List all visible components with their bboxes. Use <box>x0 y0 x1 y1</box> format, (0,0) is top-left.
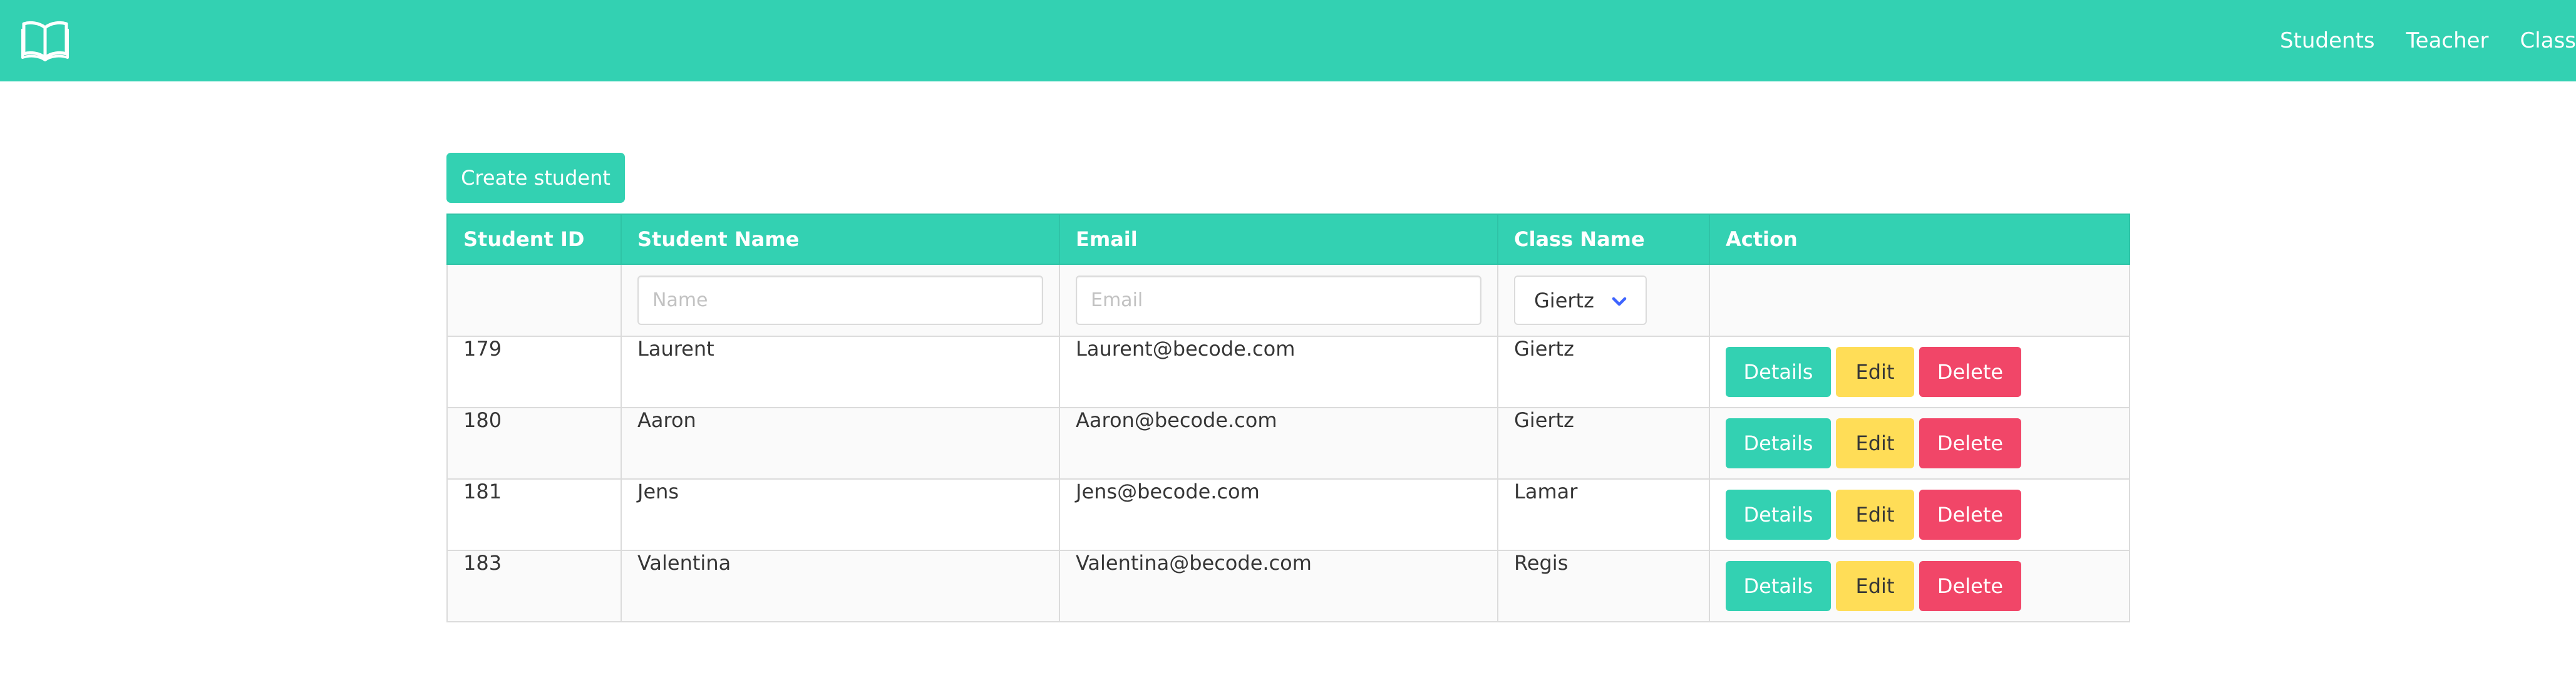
cell-actions: Details Edit Delete <box>1709 550 2130 622</box>
header-class-name: Class Name <box>1497 214 1710 265</box>
filter-cell-empty <box>446 264 622 337</box>
cell-student-id: 179 <box>446 336 622 408</box>
cell-student-id: 181 <box>446 478 622 551</box>
cell-class-name: Giertz <box>1497 336 1710 408</box>
edit-button[interactable]: Edit <box>1836 418 1914 468</box>
students-table: Student ID Student Name Email Class Name… <box>446 214 2130 622</box>
create-student-button[interactable]: Create student <box>446 153 625 203</box>
cell-class-name: Lamar <box>1497 478 1710 551</box>
cell-actions: Details Edit Delete <box>1709 336 2130 408</box>
delete-button[interactable]: Delete <box>1919 490 2021 540</box>
header-student-id: Student ID <box>446 214 622 265</box>
class-filter-select[interactable]: Giertz <box>1514 276 1647 325</box>
header-email: Email <box>1059 214 1498 265</box>
nav-link-class[interactable]: Class <box>2520 28 2576 53</box>
cell-student-id: 183 <box>446 550 622 622</box>
table-row: 181 Jens Jens@becode.com Lamar Details Ed… <box>446 478 2130 551</box>
chevron-down-icon <box>1609 292 1629 312</box>
nav-link-teacher[interactable]: Teacher <box>2406 28 2489 53</box>
filter-cell-name <box>621 264 1060 337</box>
delete-button[interactable]: Delete <box>1919 418 2021 468</box>
delete-button[interactable]: Delete <box>1919 347 2021 397</box>
cell-class-name: Giertz <box>1497 407 1710 480</box>
top-navbar: Students Teacher Class <box>0 0 2576 81</box>
nav-links: Students Teacher Class <box>2280 0 2576 81</box>
open-book-icon[interactable] <box>21 19 69 61</box>
details-button[interactable]: Details <box>1726 347 1831 397</box>
nav-link-students[interactable]: Students <box>2280 28 2375 53</box>
cell-email: Jens@becode.com <box>1059 478 1498 551</box>
cell-student-name: Valentina <box>621 550 1060 622</box>
details-button[interactable]: Details <box>1726 490 1831 540</box>
table-row: 183 Valentina Valentina@becode.com Regis… <box>446 550 2130 622</box>
cell-student-name: Laurent <box>621 336 1060 408</box>
cell-actions: Details Edit Delete <box>1709 407 2130 480</box>
name-filter-input[interactable] <box>637 276 1043 325</box>
table-row: 179 Laurent Laurent@becode.com Giertz De… <box>446 336 2130 408</box>
email-filter-input[interactable] <box>1076 276 1481 325</box>
cell-student-id: 180 <box>446 407 622 480</box>
cell-actions: Details Edit Delete <box>1709 478 2130 551</box>
table-row: 180 Aaron Aaron@becode.com Giertz Detail… <box>446 407 2130 480</box>
table-header-row: Student ID Student Name Email Class Name… <box>446 214 2130 265</box>
filter-cell-class: Giertz <box>1497 264 1710 337</box>
filter-row: Giertz <box>446 264 2130 337</box>
edit-button[interactable]: Edit <box>1836 347 1914 397</box>
filter-cell-email <box>1059 264 1498 337</box>
cell-class-name: Regis <box>1497 550 1710 622</box>
edit-button[interactable]: Edit <box>1836 490 1914 540</box>
edit-button[interactable]: Edit <box>1836 561 1914 611</box>
filter-cell-action <box>1709 264 2130 337</box>
cell-email: Valentina@becode.com <box>1059 550 1498 622</box>
cell-email: Aaron@becode.com <box>1059 407 1498 480</box>
details-button[interactable]: Details <box>1726 561 1831 611</box>
delete-button[interactable]: Delete <box>1919 561 2021 611</box>
header-student-name: Student Name <box>621 214 1060 265</box>
cell-student-name: Jens <box>621 478 1060 551</box>
header-action: Action <box>1709 214 2130 265</box>
cell-student-name: Aaron <box>621 407 1060 480</box>
details-button[interactable]: Details <box>1726 418 1831 468</box>
class-filter-value: Giertz <box>1534 288 1594 312</box>
cell-email: Laurent@becode.com <box>1059 336 1498 408</box>
